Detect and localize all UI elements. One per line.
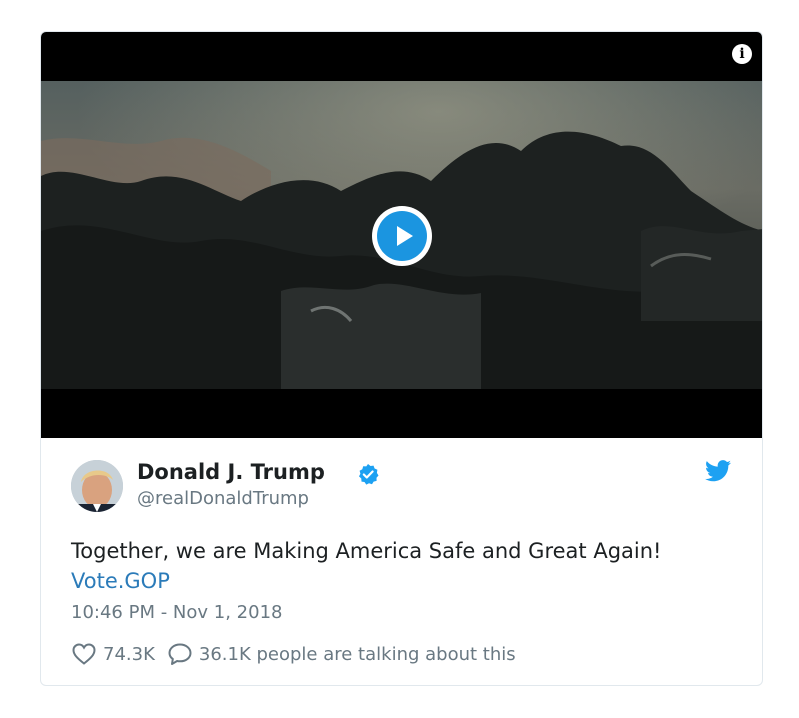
- embedded-tweet-card: i Donald J. Trump @realDonaldTrump Toget…: [40, 31, 763, 686]
- play-button[interactable]: [372, 206, 432, 266]
- tweet-body: Donald J. Trump @realDonaldTrump Togethe…: [41, 438, 762, 685]
- twitter-bird-icon[interactable]: [705, 460, 731, 482]
- tweet-text: Together, we are Making America Safe and…: [71, 536, 741, 596]
- tweet-actions: 74.3K 36.1K people are talking about thi…: [71, 642, 528, 666]
- like-button[interactable]: 74.3K: [71, 642, 155, 666]
- tweet-link[interactable]: Vote.GOP: [71, 566, 741, 596]
- heart-icon: [72, 643, 96, 665]
- avatar[interactable]: [71, 460, 123, 512]
- author-handle[interactable]: @realDonaldTrump: [137, 488, 309, 509]
- info-icon[interactable]: i: [732, 44, 752, 64]
- tweet-text-body: Together, we are Making America Safe and…: [71, 539, 662, 563]
- verified-badge-icon: [359, 464, 379, 485]
- tweet-timestamp[interactable]: 10:46 PM - Nov 1, 2018: [71, 602, 282, 623]
- author-name[interactable]: Donald J. Trump: [137, 460, 325, 484]
- like-count: 74.3K: [103, 643, 155, 665]
- conversation-count: 36.1K people are talking about this: [198, 643, 516, 665]
- conversation-button[interactable]: 36.1K people are talking about this: [167, 642, 516, 666]
- play-icon: [377, 211, 427, 261]
- speech-bubble-icon: [168, 643, 192, 665]
- video-player[interactable]: i: [41, 32, 762, 438]
